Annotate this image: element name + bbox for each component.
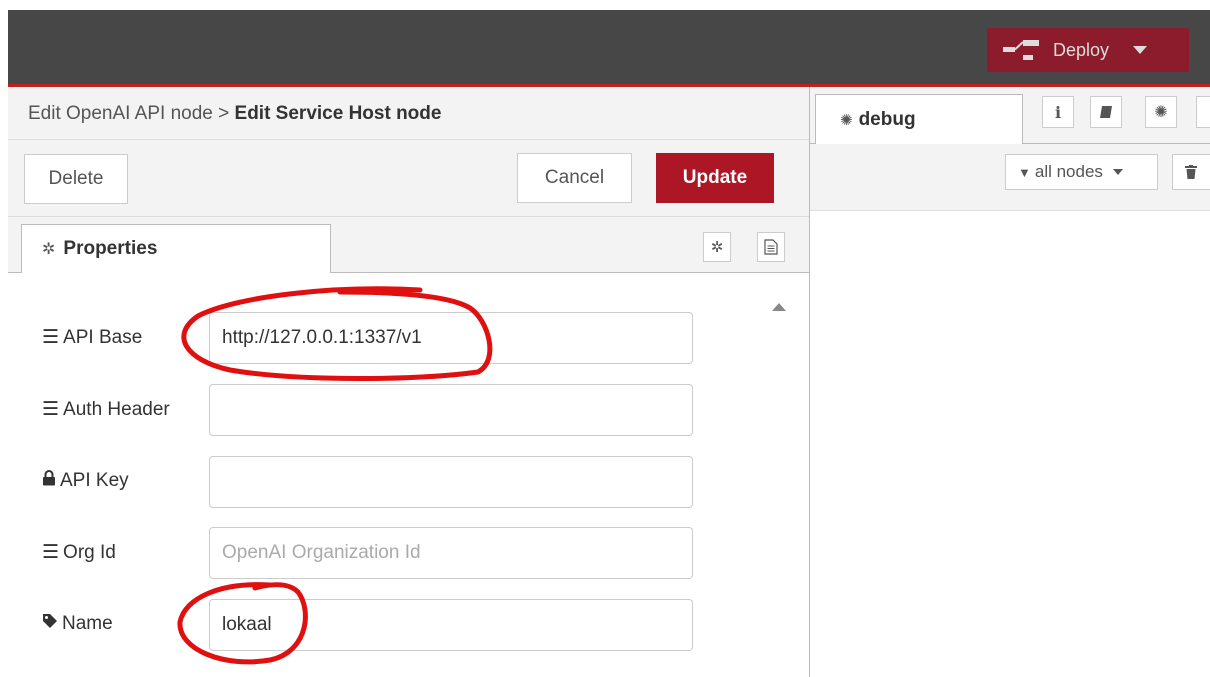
deploy-label: Deploy (1053, 39, 1110, 60)
api-key-row: API Key (8, 456, 809, 510)
gear-icon: ✲ (42, 241, 56, 258)
delete-button[interactable]: Delete (24, 154, 128, 204)
auth-header-label: ☰ Auth Header (42, 398, 170, 421)
name-label: Name (42, 613, 113, 635)
edit-tray: Edit OpenAI API node > Edit Service Host… (8, 87, 810, 677)
auth-header-row: ☰ Auth Header (8, 384, 809, 438)
api-base-row: ☰ API Base (8, 312, 809, 366)
chevron-down-icon (1112, 169, 1123, 175)
cancel-button[interactable]: Cancel (517, 153, 632, 203)
api-base-input[interactable] (209, 312, 693, 364)
tab-properties-label: Properties (63, 238, 158, 259)
description-tab-button[interactable] (757, 232, 785, 262)
lock-icon (42, 470, 56, 492)
breadcrumb-separator: > (212, 103, 235, 124)
org-id-input[interactable] (209, 527, 693, 579)
list-icon: ☰ (42, 399, 60, 420)
clear-messages-button[interactable] (1172, 154, 1210, 190)
tab-debug[interactable]: ✺ debug (815, 94, 1023, 144)
deploy-button[interactable]: Deploy (987, 28, 1189, 72)
api-base-label: ☰ API Base (42, 326, 142, 349)
help-tab-button[interactable] (1090, 96, 1122, 128)
sidebar-tabbar: ✺ debug i ✺ (810, 87, 1210, 144)
book-icon (1100, 106, 1112, 118)
list-icon: ☰ (42, 327, 60, 348)
tray-tabbar: ✲ Properties ✲ (8, 217, 809, 273)
tab-properties[interactable]: ✲ Properties (21, 224, 331, 273)
auth-header-input[interactable] (209, 384, 693, 436)
properties-panel: ☰API Base ☰Auth Header API Key ☰Org Id (8, 273, 809, 677)
org-id-label: ☰ Org Id (42, 541, 116, 564)
api-key-input[interactable] (209, 456, 693, 508)
debug-toolbar: ▼ all nodes (810, 144, 1210, 211)
filter-icon: ▼ (1018, 164, 1031, 180)
file-text-icon (764, 239, 778, 255)
filter-nodes-dropdown[interactable]: ▼ all nodes (1005, 154, 1158, 190)
name-input[interactable] (209, 599, 693, 651)
scroll-up-icon[interactable] (772, 303, 786, 311)
tag-icon (42, 613, 58, 635)
deploy-icon (1003, 38, 1039, 62)
tray-toolbar: Delete Cancel Update (8, 140, 809, 217)
debug-tab-button[interactable]: ✺ (1145, 96, 1177, 128)
breadcrumb: Edit OpenAI API node > Edit Service Host… (28, 103, 441, 125)
auth-header-label-text: Auth Header (63, 398, 170, 420)
org-id-label-text: Org Id (63, 541, 116, 563)
name-row: Name (8, 599, 809, 653)
breadcrumb-parent[interactable]: Edit OpenAI API node (28, 103, 213, 124)
filter-label: all nodes (1034, 162, 1103, 181)
settings-tab-button[interactable]: ✲ (703, 232, 731, 262)
api-key-label: API Key (42, 470, 129, 492)
list-icon: ☰ (42, 542, 60, 563)
chevron-down-icon[interactable] (1133, 46, 1148, 54)
more-tab-button[interactable] (1196, 96, 1210, 128)
name-label-text: Name (62, 613, 113, 634)
api-base-label-text: API Base (63, 326, 143, 348)
sidebar: ✺ debug i ✺ ▼ all nodes (810, 87, 1210, 677)
bug-icon: ✺ (840, 111, 853, 129)
breadcrumb-current: Edit Service Host node (234, 103, 442, 124)
info-tab-button[interactable]: i (1042, 96, 1074, 128)
update-button[interactable]: Update (656, 153, 774, 203)
bug-icon: ✺ (1154, 104, 1168, 121)
org-id-row: ☰ Org Id (8, 527, 809, 581)
gear-icon: ✲ (710, 239, 724, 256)
info-icon: i (1054, 102, 1062, 122)
tab-debug-label: debug (858, 108, 916, 130)
api-key-label-text: API Key (60, 470, 129, 491)
trash-icon (1185, 165, 1197, 179)
tray-header: Edit OpenAI API node > Edit Service Host… (8, 87, 809, 140)
